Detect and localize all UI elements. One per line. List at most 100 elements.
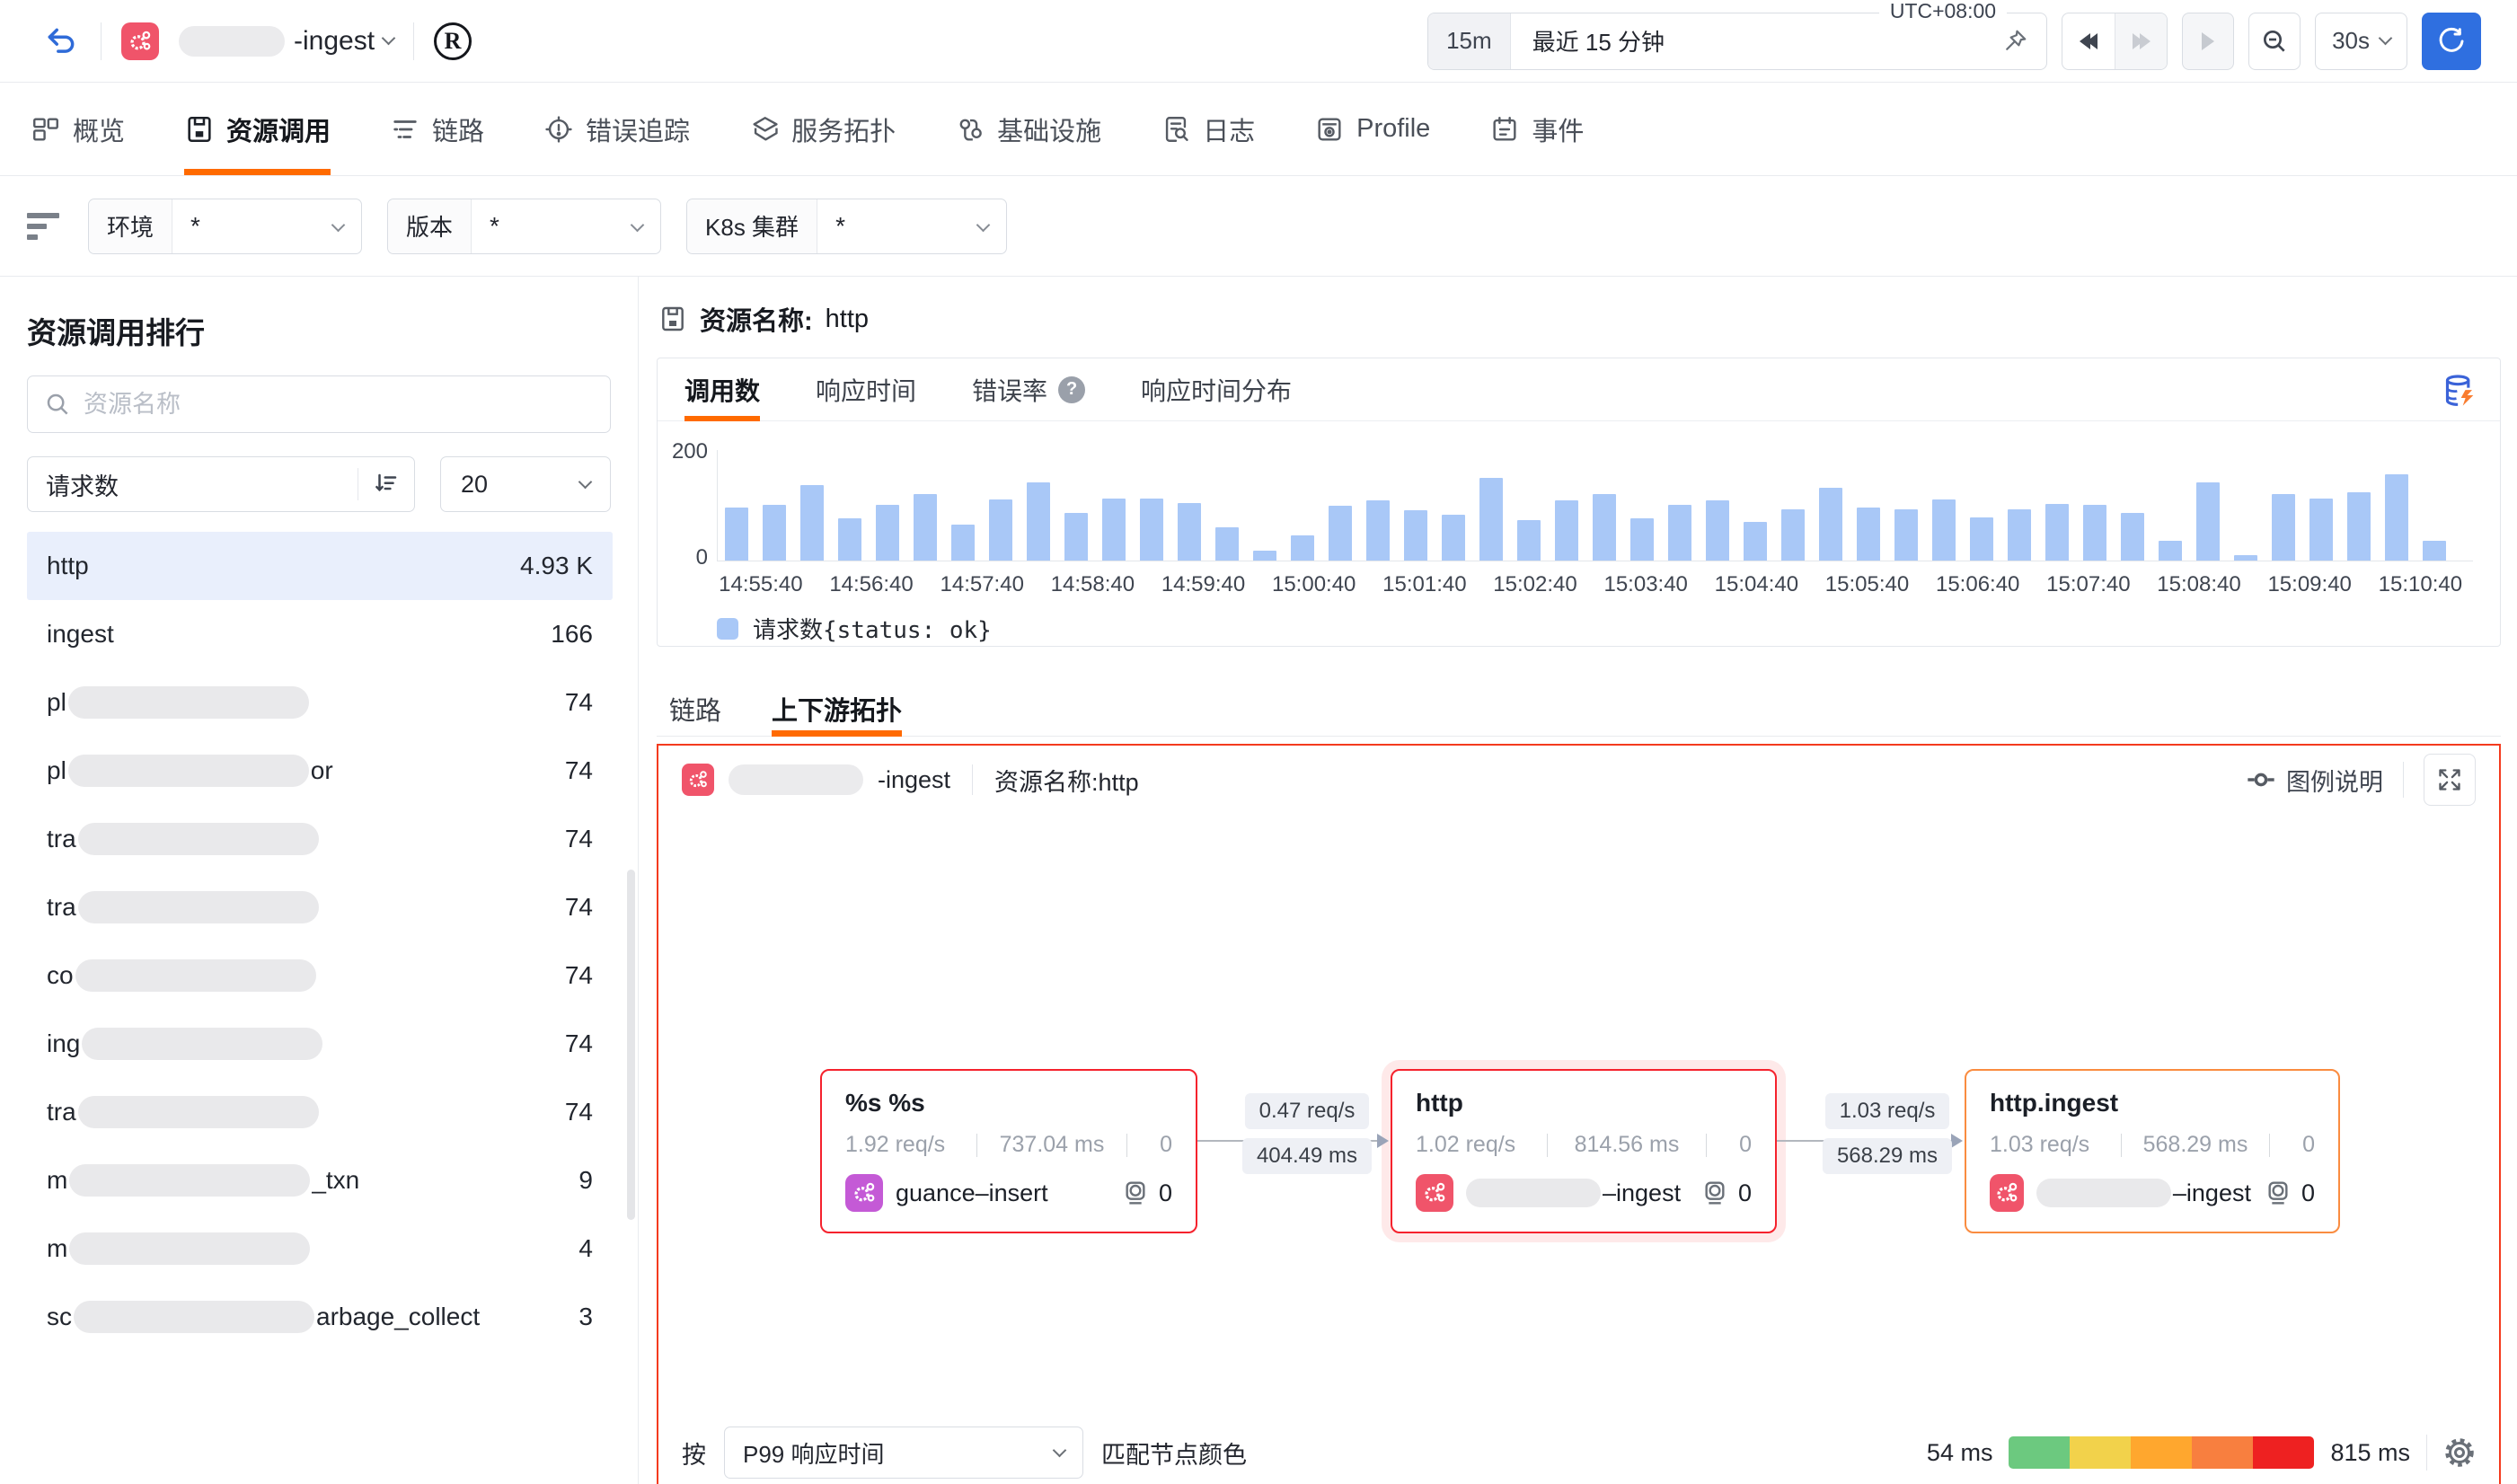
resource-list-item[interactable]: ing 74 xyxy=(27,1010,613,1078)
zoom-out-button[interactable] xyxy=(2248,13,2301,70)
legend-explain-button[interactable]: 图例说明 xyxy=(2247,763,2383,798)
bar xyxy=(1215,527,1239,561)
bar xyxy=(2272,494,2295,561)
page-size-select[interactable]: 20 xyxy=(440,456,611,512)
pin-icon[interactable] xyxy=(2001,28,2028,55)
bar xyxy=(1253,551,1276,561)
resource-list-item[interactable]: m_txn 9 xyxy=(27,1146,613,1215)
x-tick-label: 14:59:40 xyxy=(1161,572,1245,597)
nav-tab-overview[interactable]: 概览 xyxy=(31,83,125,175)
node-service-name: guance–insert xyxy=(896,1179,1048,1207)
resource-list-item[interactable]: scarbage_collect 3 xyxy=(27,1283,613,1351)
filter-group[interactable]: K8s 集群 * xyxy=(686,199,1007,254)
metric-tab[interactable]: 响应时间分布 xyxy=(1141,358,1292,420)
node-alert-count: 0 xyxy=(2301,1179,2315,1207)
sort-field-select[interactable]: 请求数 xyxy=(27,456,415,512)
query-data-icon[interactable] xyxy=(2441,373,2477,413)
refresh-button[interactable] xyxy=(2422,13,2481,70)
topology-node[interactable]: http 1.02 req/s 814.56 ms 0 –ingest xyxy=(1391,1069,1777,1233)
metric-tab[interactable]: 错误率 ? xyxy=(972,358,1085,420)
node-latency: 814.56 ms xyxy=(1557,1132,1697,1158)
main-nav: 概览 资源调用 链路 错误追踪 服务拓扑 基础设施 日志 Profile 事件 xyxy=(0,83,2517,176)
redacted-text xyxy=(729,764,863,795)
sidebar-title: 资源调用排行 xyxy=(0,302,638,375)
color-metric-select[interactable]: P99 响应时间 xyxy=(724,1427,1083,1479)
app-window: -ingest R UTC+08:00 15m 最近 15 分钟 xyxy=(0,0,2517,1484)
step-back-button[interactable] xyxy=(2062,13,2115,69)
play-button[interactable] xyxy=(2182,13,2234,70)
node-latency: 737.04 ms xyxy=(986,1132,1117,1158)
nav-tab-infrastructure[interactable]: 基础设施 xyxy=(955,83,1101,175)
time-shortcut: 15m xyxy=(1428,13,1511,69)
bar xyxy=(725,508,748,561)
resource-list-item[interactable]: plor 74 xyxy=(27,737,613,805)
metric-tab[interactable]: 响应时间 xyxy=(816,358,916,420)
resource-search[interactable] xyxy=(27,375,611,433)
edge-labels: 0.47 req/s 404.49 ms xyxy=(1242,1093,1372,1174)
filter-group[interactable]: 环境 * xyxy=(88,199,362,254)
node-rate: 1.03 req/s xyxy=(1990,1132,2112,1158)
chevron-down-icon xyxy=(2379,31,2393,46)
bar xyxy=(1178,503,1201,561)
trace-icon xyxy=(390,114,420,145)
detail-subtab[interactable]: 上下游拓扑 xyxy=(772,681,902,736)
guance-logo-icon xyxy=(121,22,159,60)
x-tick-label: 15:03:40 xyxy=(1603,572,1687,597)
time-range-picker[interactable]: UTC+08:00 15m 最近 15 分钟 xyxy=(1427,13,2047,70)
detail-subtab[interactable]: 链路 xyxy=(669,681,721,736)
node-title: %s %s xyxy=(845,1089,1172,1117)
topology-canvas[interactable]: %s %s 1.92 req/s 737.04 ms 0 guance–inse… xyxy=(658,814,2499,1410)
resource-list-item[interactable]: tra 74 xyxy=(27,1078,613,1146)
monitor-icon xyxy=(1700,1179,1729,1207)
redacted-text xyxy=(78,891,319,923)
node-errors: 0 xyxy=(1716,1132,1752,1158)
back-button[interactable] xyxy=(41,22,81,61)
nav-tab-logs[interactable]: 日志 xyxy=(1161,83,1255,175)
search-icon xyxy=(44,391,71,418)
resource-list-item[interactable]: tra 74 xyxy=(27,805,613,873)
infrastructure-icon xyxy=(955,114,985,145)
app-switcher[interactable]: -ingest xyxy=(179,26,393,57)
rust-logo-icon: R xyxy=(434,22,472,60)
fullscreen-button[interactable] xyxy=(2424,754,2476,806)
resource-list-item[interactable]: pl 74 xyxy=(27,668,613,737)
sidebar-scrollbar[interactable] xyxy=(627,870,635,1220)
logs-icon xyxy=(1161,114,1191,145)
refresh-interval-select[interactable]: 30s xyxy=(2315,13,2407,70)
metric-tabs: 调用数 响应时间 错误率 ? 响应时间分布 xyxy=(658,358,2500,421)
filter-group[interactable]: 版本 * xyxy=(387,199,661,254)
resource-count: 74 xyxy=(565,961,593,990)
topology-node[interactable]: %s %s 1.92 req/s 737.04 ms 0 guance–inse… xyxy=(820,1069,1197,1233)
redacted-text xyxy=(179,26,285,57)
metric-tab[interactable]: 调用数 xyxy=(684,358,760,420)
resource-list-item[interactable]: tra 74 xyxy=(27,873,613,941)
nav-tab-events[interactable]: 事件 xyxy=(1489,83,1584,175)
nav-tab-resource[interactable]: 资源调用 xyxy=(184,83,331,175)
resource-list-item[interactable]: ingest 166 xyxy=(27,600,613,668)
chevron-down-icon xyxy=(578,474,593,489)
metric-panel: 调用数 响应时间 错误率 ? 响应时间分布 200 0 14:55:4014:5… xyxy=(657,358,2501,647)
service-logo-icon xyxy=(1416,1174,1453,1212)
resource-list-item[interactable]: m 4 xyxy=(27,1215,613,1283)
nav-tab-error-tracking[interactable]: 错误追踪 xyxy=(543,83,690,175)
bar xyxy=(800,485,824,561)
search-input[interactable] xyxy=(84,391,594,419)
topology-node[interactable]: http.ingest 1.03 req/s 568.29 ms 0 –inge… xyxy=(1965,1069,2340,1233)
resource-list-item[interactable]: co 74 xyxy=(27,941,613,1010)
nav-tab-trace[interactable]: 链路 xyxy=(390,83,484,175)
step-forward-button[interactable] xyxy=(2115,13,2167,69)
nav-tab-profile[interactable]: Profile xyxy=(1314,83,1430,175)
back-arrow-icon xyxy=(44,24,78,58)
time-range-label: 最近 15 分钟 xyxy=(1511,24,2001,57)
resource-list-item[interactable]: http 4.93 K xyxy=(27,532,613,600)
edge-rate: 1.03 req/s xyxy=(1825,1093,1950,1129)
gear-icon[interactable] xyxy=(2443,1436,2476,1469)
bar xyxy=(1517,520,1541,561)
bar xyxy=(1404,510,1427,561)
edge-labels: 1.03 req/s 568.29 ms xyxy=(1823,1093,1952,1174)
resource-name-value: http xyxy=(826,305,869,334)
nav-tab-topology[interactable]: 服务拓扑 xyxy=(749,83,896,175)
help-icon[interactable]: ? xyxy=(1058,376,1085,403)
x-tick-label: 15:00:40 xyxy=(1272,572,1356,597)
resource-rank-sidebar: 资源调用排行 请求数 20 xyxy=(0,277,639,1484)
